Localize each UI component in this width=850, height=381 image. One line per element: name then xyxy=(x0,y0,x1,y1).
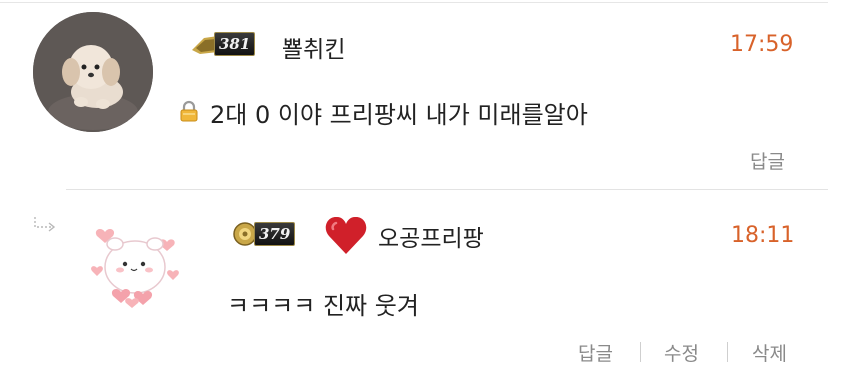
level-badge: 379 xyxy=(231,222,296,246)
level-badge: 381 xyxy=(190,32,256,56)
comment-text: ㅋㅋㅋㅋ 진짜 웃겨 xyxy=(227,292,419,320)
level-number: 379 xyxy=(254,222,296,246)
timestamp: 18:11 xyxy=(731,223,795,248)
comment-divider xyxy=(66,189,828,190)
reply-button[interactable]: 답글 xyxy=(578,339,613,366)
comment-text: 2대 0 이야 프리팡씨 내가 미래를알아 xyxy=(210,101,588,129)
action-separator xyxy=(640,342,641,362)
lock-icon xyxy=(177,99,201,123)
comment-item: 381 뾸취킨 17:59 2대 0 이야 프리팡씨 내가 미래를알아 답글 xyxy=(0,0,850,190)
heart-icon xyxy=(324,214,368,256)
delete-button[interactable]: 삭제 xyxy=(752,339,787,366)
cute-character-avatar[interactable] xyxy=(85,212,185,312)
timestamp: 17:59 xyxy=(730,32,794,57)
puppy-avatar[interactable] xyxy=(33,12,153,132)
reply-button[interactable]: 답글 xyxy=(750,147,785,174)
edit-button[interactable]: 수정 xyxy=(664,339,699,366)
action-separator xyxy=(727,342,728,362)
nickname[interactable]: 오공프리팡 xyxy=(378,219,484,253)
level-number: 381 xyxy=(214,32,256,56)
reply-comment-item: 379 오공프리팡 18:11 ㅋㅋㅋㅋ 진짜 웃겨 답글 수정 삭제 xyxy=(0,192,850,381)
nickname[interactable]: 뾸취킨 xyxy=(282,30,345,64)
